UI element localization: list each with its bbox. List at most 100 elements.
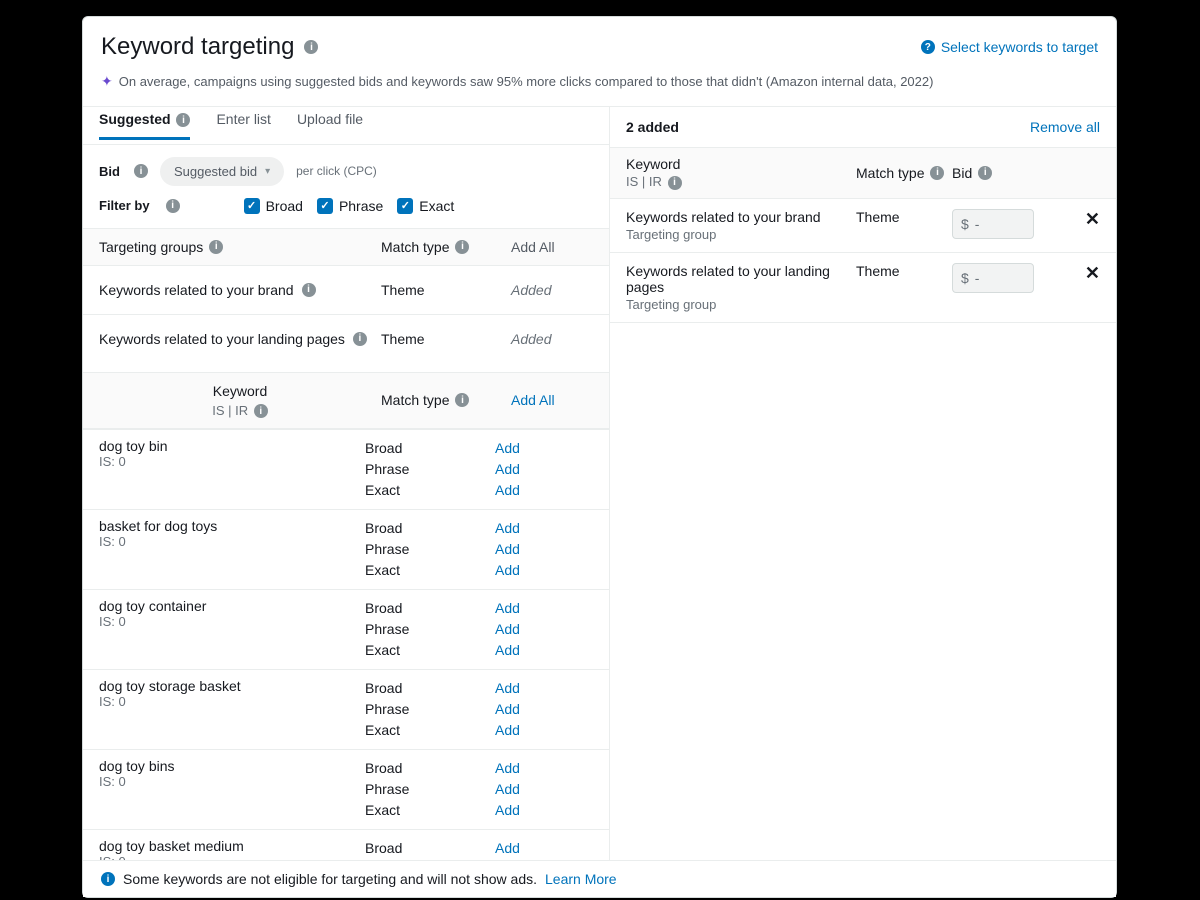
info-icon[interactable]: i xyxy=(302,283,316,297)
info-icon[interactable]: i xyxy=(134,164,148,178)
info-icon[interactable]: i xyxy=(455,393,469,407)
add-keyword-button[interactable]: Add xyxy=(495,562,520,578)
keyword-row: dog toy basket medium IS: 0BroadPhraseEx… xyxy=(83,830,609,860)
tab-suggested[interactable]: Suggested i xyxy=(99,111,190,140)
keyword-is: IS: 0 xyxy=(99,774,365,789)
info-icon[interactable]: i xyxy=(930,166,944,180)
right-panel: 2 added Remove all Keyword IS | IR i Mat… xyxy=(610,107,1116,860)
left-panel: Suggested i Enter list Upload file Bid i… xyxy=(83,107,610,860)
filter-label: Filter by xyxy=(99,198,150,213)
match-type-label: Broad xyxy=(365,678,495,699)
remove-item-button[interactable]: ✕ xyxy=(1085,209,1100,230)
match-type-label: Broad xyxy=(365,758,495,779)
match-type-label: Broad xyxy=(365,838,495,859)
info-icon[interactable]: i xyxy=(166,199,180,213)
bid-input[interactable]: $ - xyxy=(952,209,1034,239)
add-keyword-button[interactable]: Add xyxy=(495,642,520,658)
added-item-title: Keywords related to your landing pages xyxy=(626,263,856,295)
add-keyword-button[interactable]: Add xyxy=(495,781,520,797)
info-icon[interactable]: i xyxy=(176,113,190,127)
added-items-list: Keywords related to your brand Targeting… xyxy=(610,199,1116,323)
keyword-is: IS: 0 xyxy=(99,614,365,629)
match-type-label: Exact xyxy=(365,800,495,821)
add-keyword-button[interactable]: Add xyxy=(495,440,520,456)
match-type-label: Phrase xyxy=(365,779,495,800)
bid-label: Bid xyxy=(99,164,120,179)
checkbox-checked-icon: ✓ xyxy=(397,198,413,214)
added-item-subtitle: Targeting group xyxy=(626,297,856,312)
footer-notice: i Some keywords are not eligible for tar… xyxy=(83,860,1116,897)
keyword-row: basket for dog toys IS: 0BroadPhraseExac… xyxy=(83,510,609,590)
added-item-row: Keywords related to your landing pages T… xyxy=(610,253,1116,323)
learn-more-link[interactable]: Learn More xyxy=(545,871,617,887)
keyword-row: dog toy bin IS: 0BroadPhraseExactAddAddA… xyxy=(83,430,609,510)
remove-all-link[interactable]: Remove all xyxy=(1030,119,1100,135)
info-icon[interactable]: i xyxy=(254,404,268,418)
match-type-label: Broad xyxy=(365,598,495,619)
remove-item-button[interactable]: ✕ xyxy=(1085,263,1100,284)
match-type-label: Phrase xyxy=(365,459,495,480)
card-header: Keyword targeting i ? Select keywords to… xyxy=(83,17,1116,65)
add-keyword-button[interactable]: Add xyxy=(495,840,520,856)
added-item-subtitle: Targeting group xyxy=(626,227,856,242)
select-keywords-help-link[interactable]: ? Select keywords to target xyxy=(919,39,1098,55)
targeting-group-row: Keywords related to your landing pages i… xyxy=(83,315,609,363)
add-keyword-button[interactable]: Add xyxy=(495,541,520,557)
targeting-groups-header: Targeting groups i Match type i Add All xyxy=(83,228,609,266)
add-keyword-button[interactable]: Add xyxy=(495,722,520,738)
add-keyword-button[interactable]: Add xyxy=(495,520,520,536)
tab-upload-file[interactable]: Upload file xyxy=(297,111,363,140)
targeting-group-row: Keywords related to your brand i Theme A… xyxy=(83,266,609,315)
bid-input[interactable]: $ - xyxy=(952,263,1034,293)
cpc-note: per click (CPC) xyxy=(296,164,377,178)
add-keyword-button[interactable]: Add xyxy=(495,461,520,477)
keyword-term: dog toy bins xyxy=(99,758,365,774)
keyword-is: IS: 0 xyxy=(99,694,365,709)
add-keyword-button[interactable]: Add xyxy=(495,701,520,717)
filter-phrase[interactable]: ✓ Phrase xyxy=(317,198,383,214)
status-added: Added xyxy=(511,331,551,347)
keyword-row: dog toy container IS: 0BroadPhraseExactA… xyxy=(83,590,609,670)
keyword-term: dog toy bin xyxy=(99,438,365,454)
added-count: 2 added xyxy=(626,119,679,135)
info-icon[interactable]: i xyxy=(353,332,367,346)
keyword-list-header: Keyword IS | IR i Match type i Add All xyxy=(83,372,609,430)
filter-broad[interactable]: ✓ Broad xyxy=(244,198,303,214)
tab-enter-list[interactable]: Enter list xyxy=(216,111,270,140)
keyword-term: basket for dog toys xyxy=(99,518,365,534)
added-header: 2 added Remove all xyxy=(610,107,1116,147)
filter-exact[interactable]: ✓ Exact xyxy=(397,198,454,214)
add-keyword-button[interactable]: Add xyxy=(495,600,520,616)
add-keyword-button[interactable]: Add xyxy=(495,482,520,498)
keyword-row: dog toy bins IS: 0BroadPhraseExactAddAdd… xyxy=(83,750,609,830)
keyword-scroll-list[interactable]: dog toy bin IS: 0BroadPhraseExactAddAddA… xyxy=(83,429,609,860)
info-icon[interactable]: i xyxy=(209,240,223,254)
added-columns-header: Keyword IS | IR i Match type i Bid i xyxy=(610,147,1116,199)
page-title: Keyword targeting xyxy=(101,33,294,61)
keyword-term: dog toy container xyxy=(99,598,365,614)
info-icon[interactable]: i xyxy=(978,166,992,180)
info-icon[interactable]: i xyxy=(304,40,318,54)
checkbox-checked-icon: ✓ xyxy=(317,198,333,214)
status-added: Added xyxy=(511,282,551,298)
add-all-keywords[interactable]: Add All xyxy=(511,392,555,408)
add-keyword-button[interactable]: Add xyxy=(495,680,520,696)
body-split: Suggested i Enter list Upload file Bid i… xyxy=(83,106,1116,860)
checkbox-checked-icon: ✓ xyxy=(244,198,260,214)
match-type-label: Exact xyxy=(365,640,495,661)
add-all-targeting-groups[interactable]: Add All xyxy=(511,239,555,255)
left-tabs: Suggested i Enter list Upload file xyxy=(83,107,609,145)
add-keyword-button[interactable]: Add xyxy=(495,760,520,776)
added-item-match: Theme xyxy=(856,209,952,225)
info-icon[interactable]: i xyxy=(668,176,682,190)
suggested-bid-dropdown[interactable]: Suggested bid ▾ xyxy=(160,157,284,186)
add-keyword-button[interactable]: Add xyxy=(495,621,520,637)
added-item-match: Theme xyxy=(856,263,952,279)
added-item-row: Keywords related to your brand Targeting… xyxy=(610,199,1116,253)
info-icon[interactable]: i xyxy=(455,240,469,254)
keyword-targeting-card: Keyword targeting i ? Select keywords to… xyxy=(82,16,1117,898)
keyword-is: IS: 0 xyxy=(99,534,365,549)
insight-banner: ✦ On average, campaigns using suggested … xyxy=(83,65,1116,106)
match-type-label: Phrase xyxy=(365,619,495,640)
add-keyword-button[interactable]: Add xyxy=(495,802,520,818)
